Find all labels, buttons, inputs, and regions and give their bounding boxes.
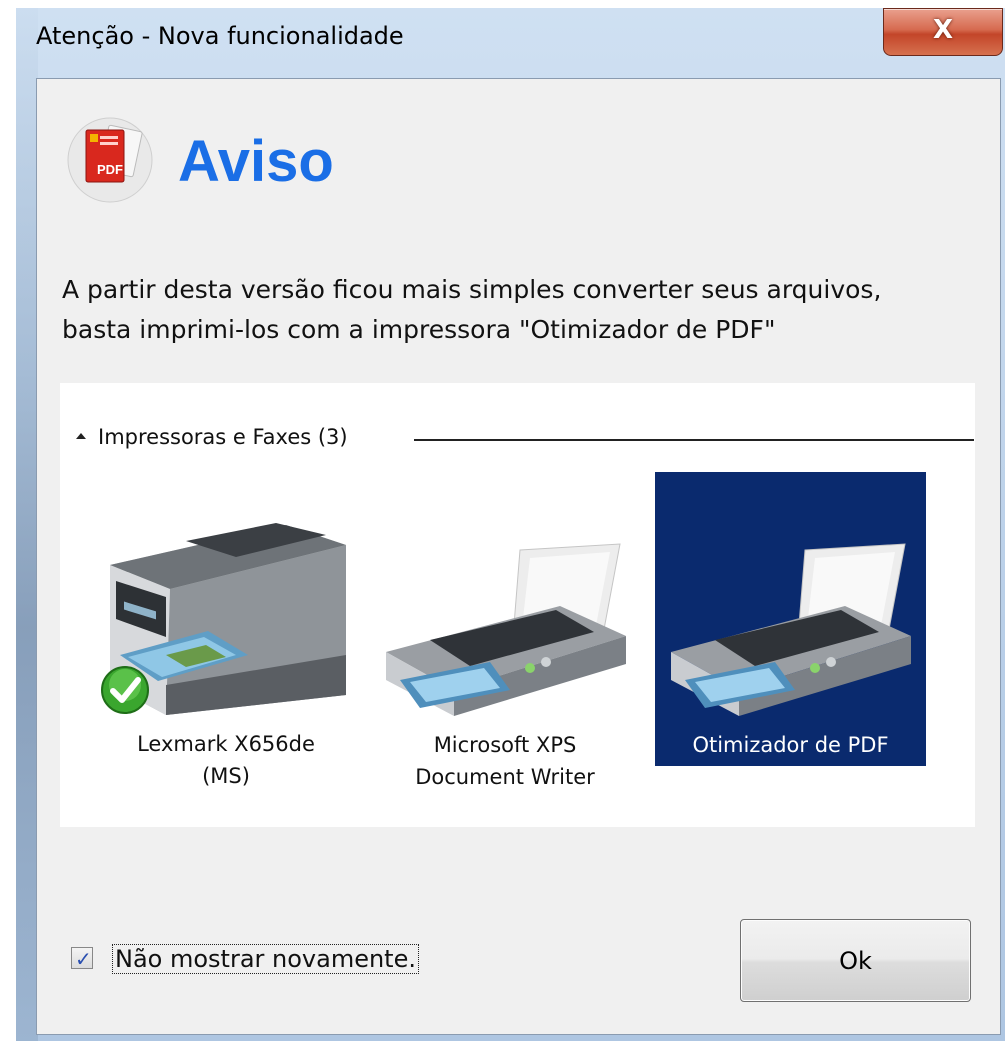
printer-icon [671, 543, 911, 716]
group-header[interactable]: Impressoras e Faxes (3) [76, 425, 976, 455]
printer-label-line1: Otimizador de PDF [692, 733, 889, 757]
svg-text:PDF: PDF [97, 162, 123, 177]
printer-label-line1: Lexmark X656de [137, 732, 315, 756]
heading: Aviso [178, 129, 334, 194]
dont-show-again-label[interactable]: Não mostrar novamente. [112, 944, 419, 974]
printer-item-microsoft-xps[interactable]: Microsoft XPS Document Writer [380, 540, 630, 800]
ok-button[interactable]: Ok [740, 919, 971, 1002]
group-divider [414, 439, 974, 441]
printer-label-line2: (MS) [202, 764, 250, 788]
printer-label-line1: Microsoft XPS [433, 733, 577, 757]
printer-label-line2: Document Writer [415, 765, 595, 789]
printer-item-otimizador-pdf[interactable]: Otimizador de PDF [655, 472, 926, 766]
dont-show-again-checkbox[interactable]: ✓ [71, 947, 93, 971]
checkmark-icon: ✓ [75, 947, 92, 971]
window-frame-edge [16, 8, 38, 1041]
close-button[interactable]: X [883, 8, 1003, 56]
default-printer-check-icon [101, 666, 149, 714]
window-title: Atenção - Nova funcionalidade [36, 22, 404, 50]
message-line-2: basta imprimi-los com a impressora "Otim… [62, 315, 776, 344]
group-label: Impressoras e Faxes (3) [98, 425, 348, 449]
printer-icon [386, 543, 626, 716]
pdf-app-icon: PDF [67, 117, 153, 203]
collapse-arrow-icon[interactable] [76, 433, 86, 439]
close-icon: X [932, 15, 954, 45]
printer-item-lexmark[interactable]: Lexmark X656de (MS) [96, 505, 356, 805]
message-text: A partir desta versão ficou mais simples… [62, 270, 982, 350]
message-line-1: A partir desta versão ficou mais simples… [62, 275, 882, 304]
